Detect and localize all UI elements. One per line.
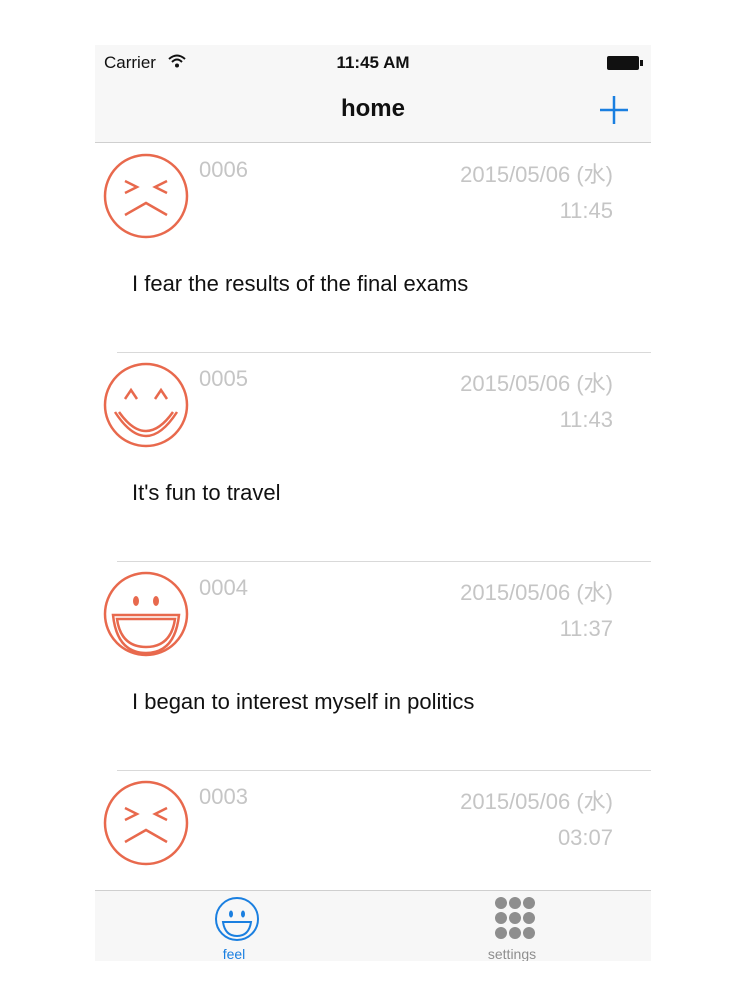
status-time: 11:45 AM xyxy=(336,53,410,72)
list-item[interactable]: 0005 2015/05/06 (水) 11:43 It's fun to tr… xyxy=(95,352,651,562)
add-entry-button[interactable] xyxy=(597,93,631,127)
divider xyxy=(117,352,651,353)
entry-text: I fear the results of the final exams xyxy=(132,271,469,296)
entry-date: 2015/05/06 (水) xyxy=(460,580,613,605)
tab-label: settings xyxy=(487,946,537,961)
entry-text: I began to interest myself in politics xyxy=(132,689,475,714)
entry-time: 11:45 xyxy=(559,198,613,223)
list-item[interactable]: 0004 2015/05/06 (水) 11:37 I began to int… xyxy=(95,561,651,771)
divider xyxy=(117,561,651,562)
smile-icon xyxy=(215,897,259,941)
entry-time: 11:37 xyxy=(559,616,613,641)
entry-date: 2015/05/06 (水) xyxy=(460,371,613,396)
list-item[interactable]: 0006 2015/05/06 (水) 11:45 I fear the res… xyxy=(95,143,651,353)
entry-date: 2015/05/06 (水) xyxy=(460,789,613,814)
entry-list[interactable]: 0006 2015/05/06 (水) 11:45 I fear the res… xyxy=(95,143,651,890)
entry-id: 0005 xyxy=(199,366,248,391)
tab-settings[interactable]: settings xyxy=(442,891,582,961)
status-bar: Carrier 11:45 AM xyxy=(95,45,651,79)
navigation-bar: home xyxy=(95,79,651,143)
entry-id: 0006 xyxy=(199,157,248,182)
list-item[interactable]: 0003 2015/05/06 (水) 03:07 xyxy=(95,770,651,890)
entry-date: 2015/05/06 (水) xyxy=(460,162,613,187)
laughing-face-icon xyxy=(103,571,189,657)
battery-icon xyxy=(607,56,643,70)
divider xyxy=(117,770,651,771)
scared-face-icon xyxy=(103,153,189,239)
happy-face-icon xyxy=(103,362,189,448)
entry-id: 0003 xyxy=(199,784,248,809)
tab-feel[interactable]: feel xyxy=(164,891,304,961)
entry-id: 0004 xyxy=(199,575,248,600)
dots-grid-icon xyxy=(495,897,535,939)
entry-time: 11:43 xyxy=(559,407,613,432)
phone-screen: Carrier 11:45 AM home 0006 2015/05/06 (水… xyxy=(95,45,651,961)
entry-text: It's fun to travel xyxy=(132,480,281,505)
scared-face-icon xyxy=(103,780,189,866)
entry-time: 03:07 xyxy=(557,825,613,850)
page-title: home xyxy=(340,95,405,122)
tab-label: feel xyxy=(222,946,246,961)
plus-icon xyxy=(600,96,628,124)
tab-bar: feel settings xyxy=(95,890,651,961)
